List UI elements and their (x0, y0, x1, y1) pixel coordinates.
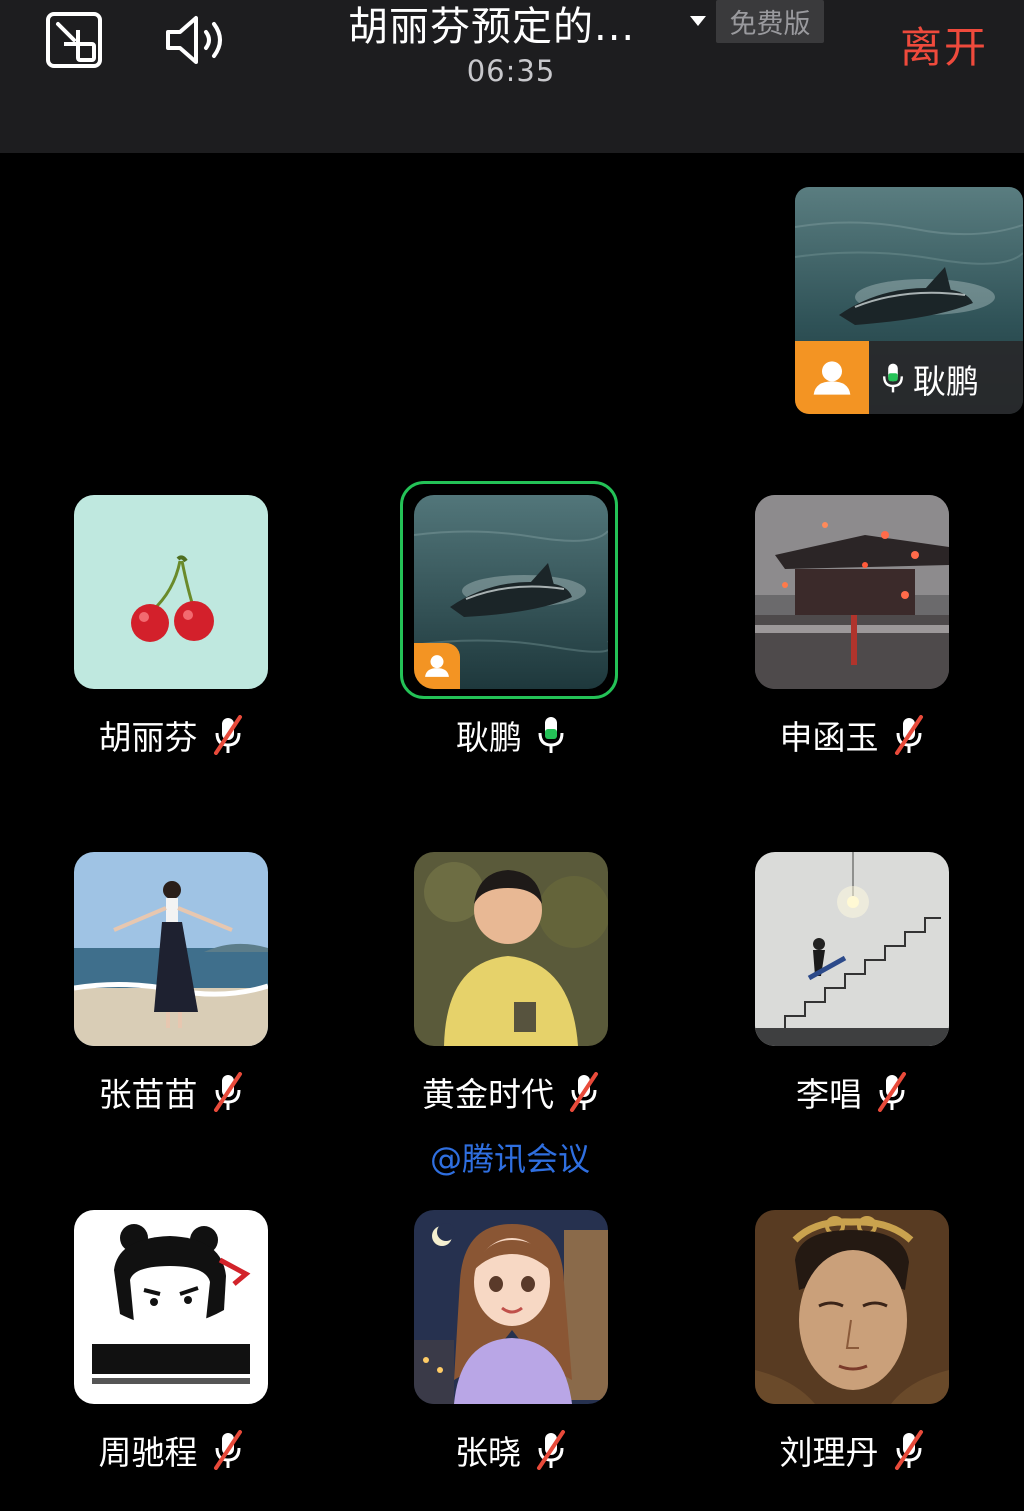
floating-video-name: 耿鹏 (913, 362, 979, 401)
participant-avatar-7[interactable] (74, 1210, 268, 1404)
meeting-title[interactable]: 胡丽芬预定的... (348, 0, 635, 52)
participant-name-row-5: 黄金时代 (414, 1070, 608, 1114)
participant-name: 耿鹏 (456, 718, 522, 757)
participant-avatar-6[interactable] (755, 852, 949, 1046)
participant-avatar-8[interactable] (414, 1210, 608, 1404)
cherry-avatar (74, 495, 268, 689)
portrait-avatar (414, 852, 608, 1046)
anime-girl-avatar (414, 1210, 608, 1404)
participant-name-row-2: 耿鹏 (414, 713, 608, 757)
participant-avatar-1[interactable] (74, 495, 268, 689)
participant-name: 胡丽芬 (98, 718, 198, 757)
participant-name-row-1: 胡丽芬 (74, 713, 268, 757)
mic-muted-icon (878, 1072, 906, 1112)
participant-avatar-5[interactable] (414, 852, 608, 1046)
beach-avatar (74, 852, 268, 1046)
participant-name: 张晓 (455, 1433, 521, 1472)
mic-muted-icon (570, 1072, 598, 1112)
mic-muted-icon (213, 715, 242, 755)
participant-name-row-8: 张晓 (414, 1428, 608, 1472)
floating-video-bar: 耿鹏 (795, 341, 1023, 414)
host-badge-icon (795, 341, 869, 414)
mic-muted-icon (213, 1072, 242, 1112)
mic-on-icon (538, 715, 564, 755)
pip-icon[interactable] (44, 10, 104, 70)
pavilion-avatar (755, 495, 949, 689)
mic-muted-icon (537, 1430, 565, 1470)
plan-badge: 免费版 (716, 0, 824, 43)
participant-name-row-7: 周驰程 (74, 1428, 268, 1472)
participant-name: 周驰程 (98, 1433, 198, 1472)
meeting-timer: 06:35 (466, 54, 556, 88)
participant-avatar-4[interactable] (74, 852, 268, 1046)
speaker-icon[interactable] (162, 10, 232, 70)
host-badge-icon (414, 643, 460, 689)
participant-name-row-9: 刘理丹 (755, 1428, 949, 1472)
participant-name: 李唱 (796, 1075, 862, 1114)
participant-name: 黄金时代 (422, 1075, 554, 1114)
participant-avatar-9[interactable] (755, 1210, 949, 1404)
participant-avatar-3[interactable] (755, 495, 949, 689)
mic-muted-icon (894, 1430, 923, 1470)
participant-name: 张苗苗 (98, 1075, 198, 1114)
participant-name-row-4: 张苗苗 (74, 1070, 268, 1114)
mic-muted-icon (213, 1430, 242, 1470)
monkey-king-avatar (755, 1210, 949, 1404)
stairs-avatar (755, 852, 949, 1046)
cartoon-logo-avatar (74, 1210, 268, 1404)
leave-button[interactable]: 离开 (900, 14, 988, 75)
mention-link[interactable]: @腾讯会议 (400, 1134, 620, 1180)
floating-speaker-video[interactable]: 耿鹏 (795, 187, 1023, 414)
participant-avatar-2[interactable] (414, 495, 608, 689)
top-bar: 胡丽芬预定的... 免费版 06:35 离开 (0, 0, 1024, 153)
participant-name-row-3: 申函玉 (755, 713, 949, 757)
participant-name: 刘理丹 (779, 1433, 879, 1472)
participant-name-row-6: 李唱 (755, 1070, 949, 1114)
mic-muted-icon (894, 715, 923, 755)
mic-on-icon (883, 362, 903, 394)
participant-name: 申函玉 (779, 718, 879, 757)
caret-down-icon[interactable] (688, 14, 708, 28)
